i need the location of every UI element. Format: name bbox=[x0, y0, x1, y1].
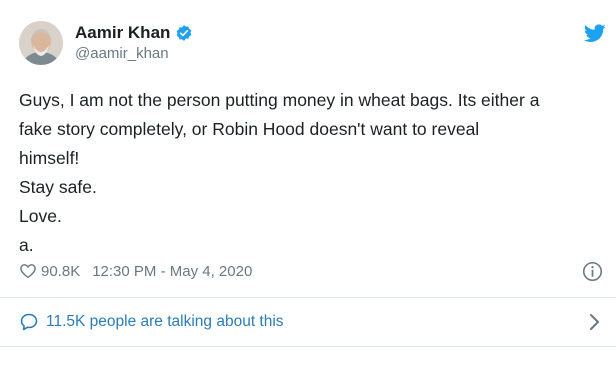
chevron-right-icon[interactable] bbox=[587, 312, 601, 332]
conversation-link[interactable]: 11.5K people are talking about this bbox=[0, 298, 616, 346]
author-name[interactable]: Aamir Khan bbox=[75, 23, 170, 43]
tweet-text: Guys, I am not the person putting money … bbox=[19, 86, 609, 260]
chat-bubble-icon bbox=[20, 313, 38, 331]
author-name-row: Aamir Khan bbox=[75, 23, 193, 43]
tweet-line: Love. bbox=[19, 206, 62, 226]
tweet-meta: 90.8K 12:30 PM - May 4, 2020 bbox=[19, 262, 252, 280]
info-icon[interactable] bbox=[582, 261, 603, 282]
tweet-line: a. bbox=[19, 235, 34, 255]
twitter-bird-icon[interactable] bbox=[584, 24, 606, 43]
tweet-line: himself! bbox=[19, 148, 80, 168]
heart-icon[interactable] bbox=[19, 262, 37, 280]
avatar[interactable] bbox=[19, 21, 63, 65]
tweet-card: Aamir Khan @aamir_khan Guys, I am not th… bbox=[0, 0, 616, 372]
divider bbox=[0, 346, 616, 347]
tweet-line: Guys, I am not the person putting money … bbox=[19, 90, 540, 110]
verified-badge-icon bbox=[177, 25, 192, 41]
author-handle[interactable]: @aamir_khan bbox=[75, 45, 169, 62]
like-count[interactable]: 90.8K bbox=[41, 263, 80, 280]
tweet-line: Stay safe. bbox=[19, 177, 97, 197]
tweet-line: fake story completely, or Robin Hood doe… bbox=[19, 119, 480, 139]
tweet-timestamp[interactable]: 12:30 PM - May 4, 2020 bbox=[92, 263, 252, 280]
conversation-label[interactable]: 11.5K people are talking about this bbox=[46, 313, 284, 331]
